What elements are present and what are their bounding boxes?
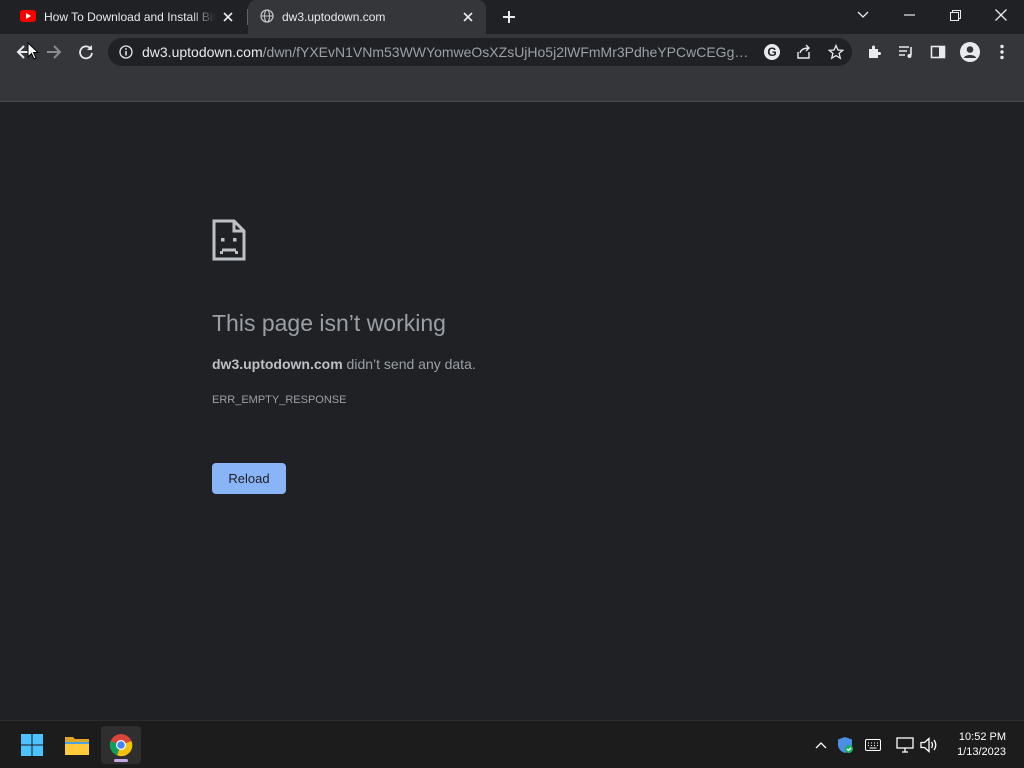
profile-avatar-icon[interactable] — [956, 38, 984, 66]
restore-button[interactable] — [932, 0, 978, 30]
svg-text:G: G — [767, 45, 776, 59]
bookmark-star-icon[interactable] — [820, 38, 852, 66]
globe-icon — [260, 8, 274, 26]
tab-strip: How To Download and Install BitLord dw3.… — [0, 0, 1024, 34]
tab-youtube[interactable]: How To Download and Install BitLord — [8, 0, 246, 34]
taskbar: 10:52 PM 1/13/2023 — [0, 720, 1024, 768]
extensions-icon[interactable] — [860, 38, 888, 66]
error-desc-text: didn’t send any data. — [342, 356, 476, 372]
media-control-icon[interactable] — [892, 38, 920, 66]
error-page: This page isn’t working dw3.uptodown.com… — [0, 103, 1024, 720]
url-text[interactable]: dw3.uptodown.com/dwn/fYXEvN1VNm53WWYomwe… — [142, 44, 756, 60]
tab-search-icon[interactable] — [840, 0, 886, 30]
chrome-taskbar-icon[interactable] — [101, 726, 141, 764]
error-description: dw3.uptodown.com didn’t send any data. — [212, 356, 476, 372]
error-title: This page isn’t working — [212, 310, 446, 336]
close-tab-icon[interactable] — [456, 5, 480, 29]
url-path: /dwn/fYXEvN1VNm53WWYomweOsXZsUjHo5j2lWFm… — [262, 44, 756, 60]
info-icon[interactable] — [112, 45, 140, 59]
tab-title: How To Download and Install BitLord — [44, 10, 216, 24]
forward-button[interactable] — [40, 38, 68, 66]
keyboard-icon[interactable] — [861, 733, 885, 757]
close-tab-icon[interactable] — [216, 5, 240, 29]
file-explorer-icon[interactable] — [57, 726, 97, 764]
security-shield-icon[interactable] — [833, 733, 857, 757]
close-window-button[interactable] — [978, 0, 1024, 30]
tab-uptodown[interactable]: dw3.uptodown.com — [248, 0, 486, 34]
error-code: ERR_EMPTY_RESPONSE — [212, 394, 347, 406]
minimize-button[interactable] — [886, 0, 932, 30]
reload-icon[interactable] — [72, 38, 100, 66]
bookmarks-bar — [0, 72, 1024, 102]
share-icon[interactable] — [788, 38, 820, 66]
active-indicator — [114, 759, 128, 762]
windows-start-icon[interactable] — [12, 726, 52, 764]
mouse-cursor-icon — [27, 41, 40, 65]
google-lens-icon[interactable]: G — [756, 38, 788, 66]
network-icon[interactable] — [893, 733, 917, 757]
toolbar: dw3.uptodown.com/dwn/fYXEvN1VNm53WWYomwe… — [0, 34, 1024, 72]
sad-page-icon — [212, 219, 246, 266]
volume-icon[interactable] — [917, 733, 941, 757]
reload-button[interactable]: Reload — [212, 463, 286, 494]
error-host: dw3.uptodown.com — [212, 356, 343, 372]
youtube-icon — [20, 9, 36, 25]
tab-title: dw3.uptodown.com — [282, 10, 386, 24]
new-tab-button[interactable] — [496, 5, 522, 29]
more-menu-icon[interactable] — [988, 38, 1016, 66]
clock-time: 10:52 PM — [958, 731, 1006, 743]
system-clock[interactable]: 10:52 PM 1/13/2023 — [957, 730, 1006, 760]
side-panel-icon[interactable] — [924, 38, 952, 66]
address-bar[interactable]: dw3.uptodown.com/dwn/fYXEvN1VNm53WWYomwe… — [108, 38, 852, 66]
clock-date: 1/13/2023 — [957, 746, 1006, 758]
url-host: dw3.uptodown.com — [142, 44, 263, 60]
chevron-up-icon[interactable] — [809, 733, 833, 757]
